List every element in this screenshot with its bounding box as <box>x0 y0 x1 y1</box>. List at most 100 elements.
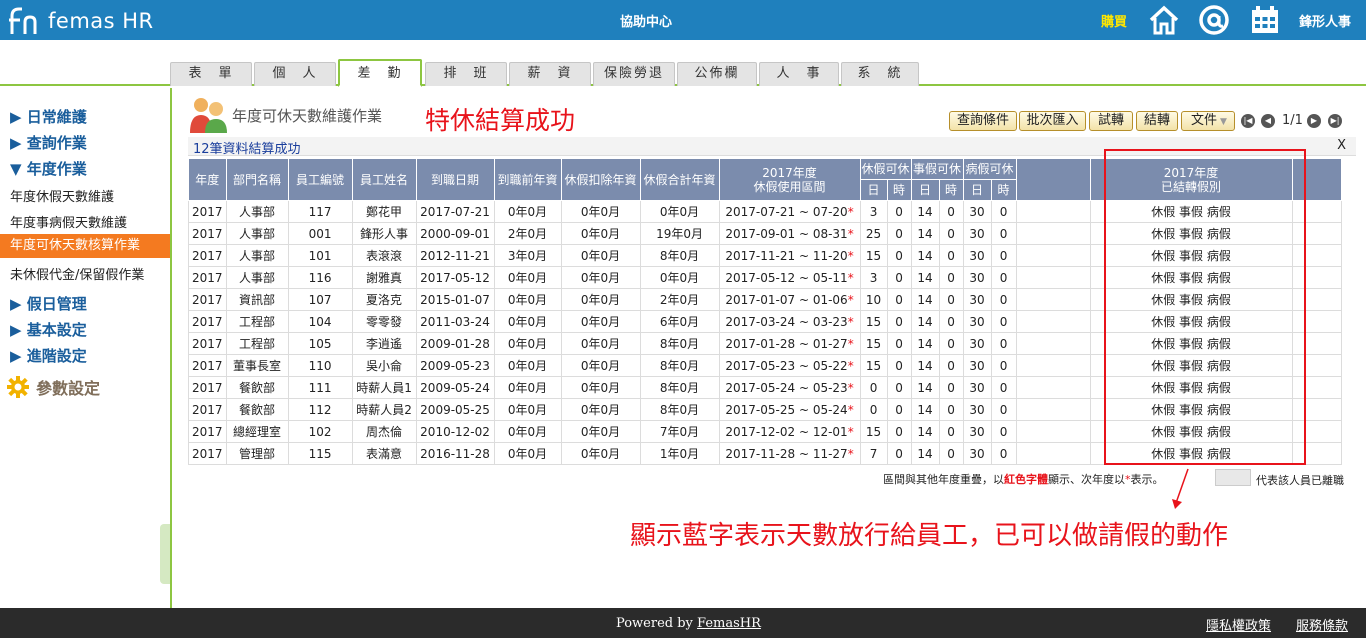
tab-attendance[interactable]: 差 勤 <box>338 59 422 87</box>
page-indicator: 1/1 <box>1282 113 1303 128</box>
table-cell: 14 <box>910 200 940 223</box>
table-cell: 0 <box>990 332 1017 355</box>
tab-insurance[interactable]: 保險勞退 <box>593 62 675 86</box>
tab-salary[interactable]: 薪 資 <box>509 62 591 86</box>
table-cell: 0年0月 <box>560 310 641 333</box>
sidebar-query[interactable]: ▶ 查詢作業 <box>10 132 87 153</box>
table-cell: 2009-05-23 <box>415 354 495 377</box>
last-page-icon[interactable]: ▶| <box>1328 114 1342 128</box>
document-dropdown[interactable]: 文件 ▼ <box>1181 111 1235 131</box>
period-text: 2017-07-21 ~ 07-20 <box>725 204 848 219</box>
col-emp-name[interactable]: 員工姓名 <box>351 158 417 201</box>
col-personal-hour: 時 <box>938 179 964 201</box>
table-cell: 15 <box>859 310 888 333</box>
table-cell: 8年0月 <box>639 398 720 421</box>
chevron-down-icon: ▼ <box>1220 117 1227 127</box>
table-cell: 2015-01-07 <box>415 288 495 311</box>
sidebar-basic-settings[interactable]: ▶ 基本設定 <box>10 319 87 340</box>
table-cell: 0 <box>886 310 912 333</box>
period-header-line1: 2017年度 <box>762 165 817 180</box>
settled-highlight-box <box>1104 149 1306 465</box>
legend-red-text: 紅色字體 <box>1004 473 1048 486</box>
col-dept[interactable]: 部門名稱 <box>225 158 289 201</box>
table-cell: 2017 <box>188 200 227 223</box>
sidebar-item-leave-calculation[interactable]: 年度可休天數核算作業 <box>0 234 170 258</box>
sidebar-item-unused-leave[interactable]: 未休假代金/保留假作業 <box>10 264 144 283</box>
table-cell: 25 <box>859 222 888 245</box>
sidebar-yearly[interactable]: ▼ 年度作業 <box>10 158 87 179</box>
tab-scheduling[interactable]: 排 班 <box>425 62 507 86</box>
calendar-icon[interactable] <box>1249 4 1281 36</box>
table-cell: 0年0月 <box>560 244 641 267</box>
batch-import-button[interactable]: 批次匯入 <box>1019 111 1086 131</box>
table-cell: 2017-09-01 ~ 08-31* <box>718 222 861 245</box>
privacy-policy-link[interactable]: 隱私權政策 <box>1206 615 1271 634</box>
table-cell: 30 <box>962 354 992 377</box>
femas-logo[interactable]: femas HR <box>8 5 154 37</box>
table-cell: 0 <box>938 442 964 465</box>
first-page-icon[interactable]: |◀ <box>1241 114 1255 128</box>
table-cell: 0年0月 <box>493 332 562 355</box>
table-cell: 6年0月 <box>639 310 720 333</box>
next-page-icon[interactable]: ▶ <box>1307 114 1321 128</box>
col-year[interactable]: 年度 <box>188 158 227 201</box>
prev-page-icon[interactable]: ◀ <box>1261 114 1275 128</box>
table-cell: 時薪人員1 <box>351 376 417 399</box>
table-cell: 30 <box>962 288 992 311</box>
at-mail-icon[interactable] <box>1198 4 1230 36</box>
table-cell: 8年0月 <box>639 332 720 355</box>
close-icon[interactable]: X <box>1337 138 1346 153</box>
table-cell: 0年0月 <box>560 200 641 223</box>
sidebar-item-personal-sick-days[interactable]: 年度事病假天數維護 <box>10 212 127 231</box>
col-join-date[interactable]: 到職日期 <box>415 158 495 201</box>
col-emp-no[interactable]: 員工編號 <box>287 158 353 201</box>
col-total-seniority[interactable]: 休假合計年資 <box>639 158 720 201</box>
sidebar-item-annual-leave-days[interactable]: 年度休假天數維護 <box>10 186 114 205</box>
settle-button[interactable]: 結轉 <box>1136 111 1178 131</box>
table-cell: 鄭花甲 <box>351 200 417 223</box>
table-cell: 30 <box>962 442 992 465</box>
sidebar-parameter-settings[interactable]: 參數設定 <box>6 375 100 399</box>
table-cell: 107 <box>287 288 353 311</box>
page-title: 年度可休天數維護作業 <box>232 107 383 125</box>
period-text: 2017-05-23 ~ 05-22 <box>725 358 848 373</box>
tab-system[interactable]: 系 統 <box>841 62 919 86</box>
table-cell: 0年0月 <box>493 200 562 223</box>
femashr-link[interactable]: FemasHR <box>697 616 761 631</box>
table-cell: 0年0月 <box>560 332 641 355</box>
table-cell: 30 <box>962 332 992 355</box>
table-cell: 0 <box>938 332 964 355</box>
sidebar-daily-maintenance[interactable]: ▶ 日常維護 <box>10 106 87 127</box>
table-cell: 李逍遙 <box>351 332 417 355</box>
tab-forms[interactable]: 表 單 <box>170 62 252 86</box>
table-cell: 2年0月 <box>493 222 562 245</box>
sidebar-advanced-settings[interactable]: ▶ 進階設定 <box>10 345 87 366</box>
table-cell: 餐飲部 <box>225 398 289 421</box>
table-cell: 0年0月 <box>560 398 641 421</box>
help-center-link[interactable]: 協助中心 <box>620 11 672 30</box>
trial-transfer-button[interactable]: 試轉 <box>1089 111 1133 131</box>
tab-bulletin[interactable]: 公佈欄 <box>677 62 757 86</box>
col-sick-group: 病假可休 <box>962 158 1017 180</box>
tab-personal[interactable]: 個 人 <box>254 62 336 86</box>
tab-hr[interactable]: 人 事 <box>759 62 839 86</box>
sidebar-collapse-handle[interactable] <box>160 524 170 584</box>
table-cell: 110 <box>287 354 353 377</box>
home-icon[interactable] <box>1148 4 1180 36</box>
next-year-star: * <box>847 336 854 351</box>
table-cell: 餐飲部 <box>225 376 289 399</box>
col-deduct-seniority[interactable]: 休假扣除年資 <box>560 158 641 201</box>
table-cell: 0年0月 <box>560 442 641 465</box>
col-period[interactable]: 2017年度 休假使用區間 <box>718 158 861 201</box>
sidebar-holiday[interactable]: ▶ 假日管理 <box>10 293 87 314</box>
legend-resigned: 代表該人員已離職 <box>1256 474 1344 487</box>
table-cell: 30 <box>962 266 992 289</box>
query-conditions-button[interactable]: 查詢條件 <box>949 111 1017 131</box>
terms-of-service-link[interactable]: 服務條款 <box>1296 615 1348 634</box>
table-cell: 14 <box>910 442 940 465</box>
table-cell: 2017 <box>188 420 227 443</box>
powered-text: Powered by <box>616 616 698 631</box>
buy-link[interactable]: 購買 <box>1101 11 1127 30</box>
col-pre-seniority[interactable]: 到職前年資 <box>493 158 562 201</box>
company-name[interactable]: 鋒形人事 <box>1299 11 1351 30</box>
